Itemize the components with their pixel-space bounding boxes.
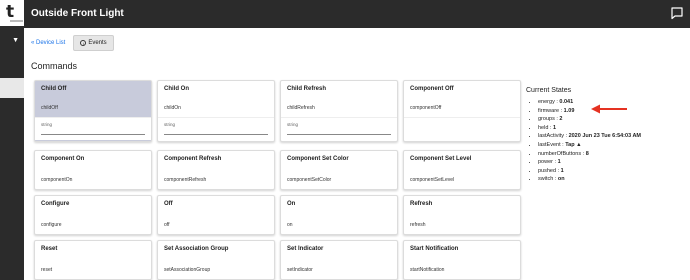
command-method: componentOn	[41, 177, 73, 183]
command-title: On	[287, 201, 296, 207]
current-states-heading: Current States	[526, 87, 572, 94]
command-title: Component Set Color	[287, 156, 349, 162]
command-title: Configure	[41, 201, 70, 207]
command-method: componentSetColor	[287, 177, 332, 183]
command-method: configure	[41, 222, 62, 228]
command-parameter-field[interactable]: string	[35, 117, 151, 140]
annotation-arrow-icon	[591, 104, 627, 114]
command-card-component-refresh[interactable]: Component Refresh componentRefresh	[157, 150, 275, 190]
command-title: Child Off	[41, 86, 67, 92]
command-title: Component Set Level	[410, 156, 472, 162]
command-card-child-on[interactable]: Child On childOn string	[157, 80, 275, 142]
command-method: off	[164, 222, 170, 228]
command-card-set-association-group[interactable]: Set Association Group setAssociationGroup	[157, 240, 275, 280]
command-card-on[interactable]: On on	[280, 195, 398, 235]
command-card-component-set-level[interactable]: Component Set Level componentSetLevel	[403, 150, 521, 190]
command-title: Child Refresh	[287, 86, 327, 92]
command-card-component-set-color[interactable]: Component Set Color componentSetColor	[280, 150, 398, 190]
state-item-pushed: pushed : 1	[538, 167, 641, 176]
command-method: on	[287, 222, 293, 228]
command-title: Component Off	[410, 86, 454, 92]
top-bar: Outside Front Light	[24, 0, 690, 28]
command-card-child-off[interactable]: Child Off childOff string	[34, 80, 152, 142]
command-card-set-indicator[interactable]: Set Indicator setIndicator	[280, 240, 398, 280]
sidebar: t ▼	[0, 0, 24, 280]
state-item-power: power : 1	[538, 158, 641, 167]
command-method: startNotification	[410, 267, 445, 273]
state-item-switch: switch : on	[538, 175, 641, 184]
chat-icon[interactable]	[670, 6, 684, 20]
logo-subtext	[10, 20, 23, 22]
command-card-child-refresh[interactable]: Child Refresh childRefresh string	[280, 80, 398, 142]
command-method: componentOff	[410, 105, 442, 111]
command-parameter-field[interactable]	[404, 117, 520, 140]
state-item-groups: groups : 2	[538, 115, 641, 124]
command-title: Component On	[41, 156, 85, 162]
command-parameter-field[interactable]: string	[281, 117, 397, 140]
command-card-component-on[interactable]: Component On componentOn	[34, 150, 152, 190]
command-method: componentRefresh	[164, 177, 207, 183]
command-method: reset	[41, 267, 53, 273]
command-title: Set Indicator	[287, 246, 324, 252]
command-title: Child On	[164, 86, 189, 92]
command-title: Refresh	[410, 201, 433, 207]
command-method: childRefresh	[287, 105, 315, 111]
command-card-refresh[interactable]: Refresh refresh	[403, 195, 521, 235]
parameter-input-underline	[164, 134, 268, 135]
command-card-component-off[interactable]: Component Off componentOff	[403, 80, 521, 142]
device-list-link[interactable]: « Device List	[31, 39, 65, 47]
state-item-held: held : 1	[538, 124, 641, 133]
command-title: Off	[164, 201, 173, 207]
command-card-start-notification[interactable]: Start Notification startNotification	[403, 240, 521, 280]
parameter-type-label: string	[41, 122, 53, 127]
logo-text: t	[6, 2, 15, 22]
parameter-type-label: string	[164, 122, 176, 127]
command-title: Reset	[41, 246, 58, 252]
command-card-off[interactable]: Off off	[157, 195, 275, 235]
sidebar-item-active[interactable]	[0, 78, 24, 98]
command-method: setIndicator	[287, 267, 313, 273]
command-method: childOn	[164, 105, 181, 111]
command-card-configure[interactable]: Configure configure	[34, 195, 152, 235]
command-title: Component Refresh	[164, 156, 222, 162]
state-item-lastevent: lastEvent : Tap ▲	[538, 141, 641, 150]
info-icon: i	[80, 40, 87, 46]
command-method: refresh	[410, 222, 426, 228]
command-method: setAssociationGroup	[164, 267, 211, 273]
parameter-input-underline	[41, 134, 145, 135]
chevron-down-icon[interactable]: ▼	[4, 34, 21, 48]
command-method: childOff	[41, 105, 58, 111]
state-item-lastactivity: lastActivity : 2020 Jun 23 Tue 6:54:03 A…	[538, 132, 641, 141]
logo[interactable]: t	[0, 0, 24, 26]
state-item-numberofbuttons: numberOfButtons : 8	[538, 150, 641, 159]
events-button-label: Events	[88, 40, 107, 46]
commands-heading: Commands	[31, 61, 78, 71]
parameter-input-underline	[287, 134, 391, 135]
page-title: Outside Front Light	[31, 8, 124, 19]
command-method: componentSetLevel	[410, 177, 455, 183]
parameter-type-label: string	[287, 122, 299, 127]
command-card-reset[interactable]: Reset reset	[34, 240, 152, 280]
command-title: Start Notification	[410, 246, 459, 252]
command-title: Set Association Group	[164, 246, 229, 252]
events-button[interactable]: i Events	[73, 35, 114, 51]
command-parameter-field[interactable]: string	[158, 117, 274, 140]
